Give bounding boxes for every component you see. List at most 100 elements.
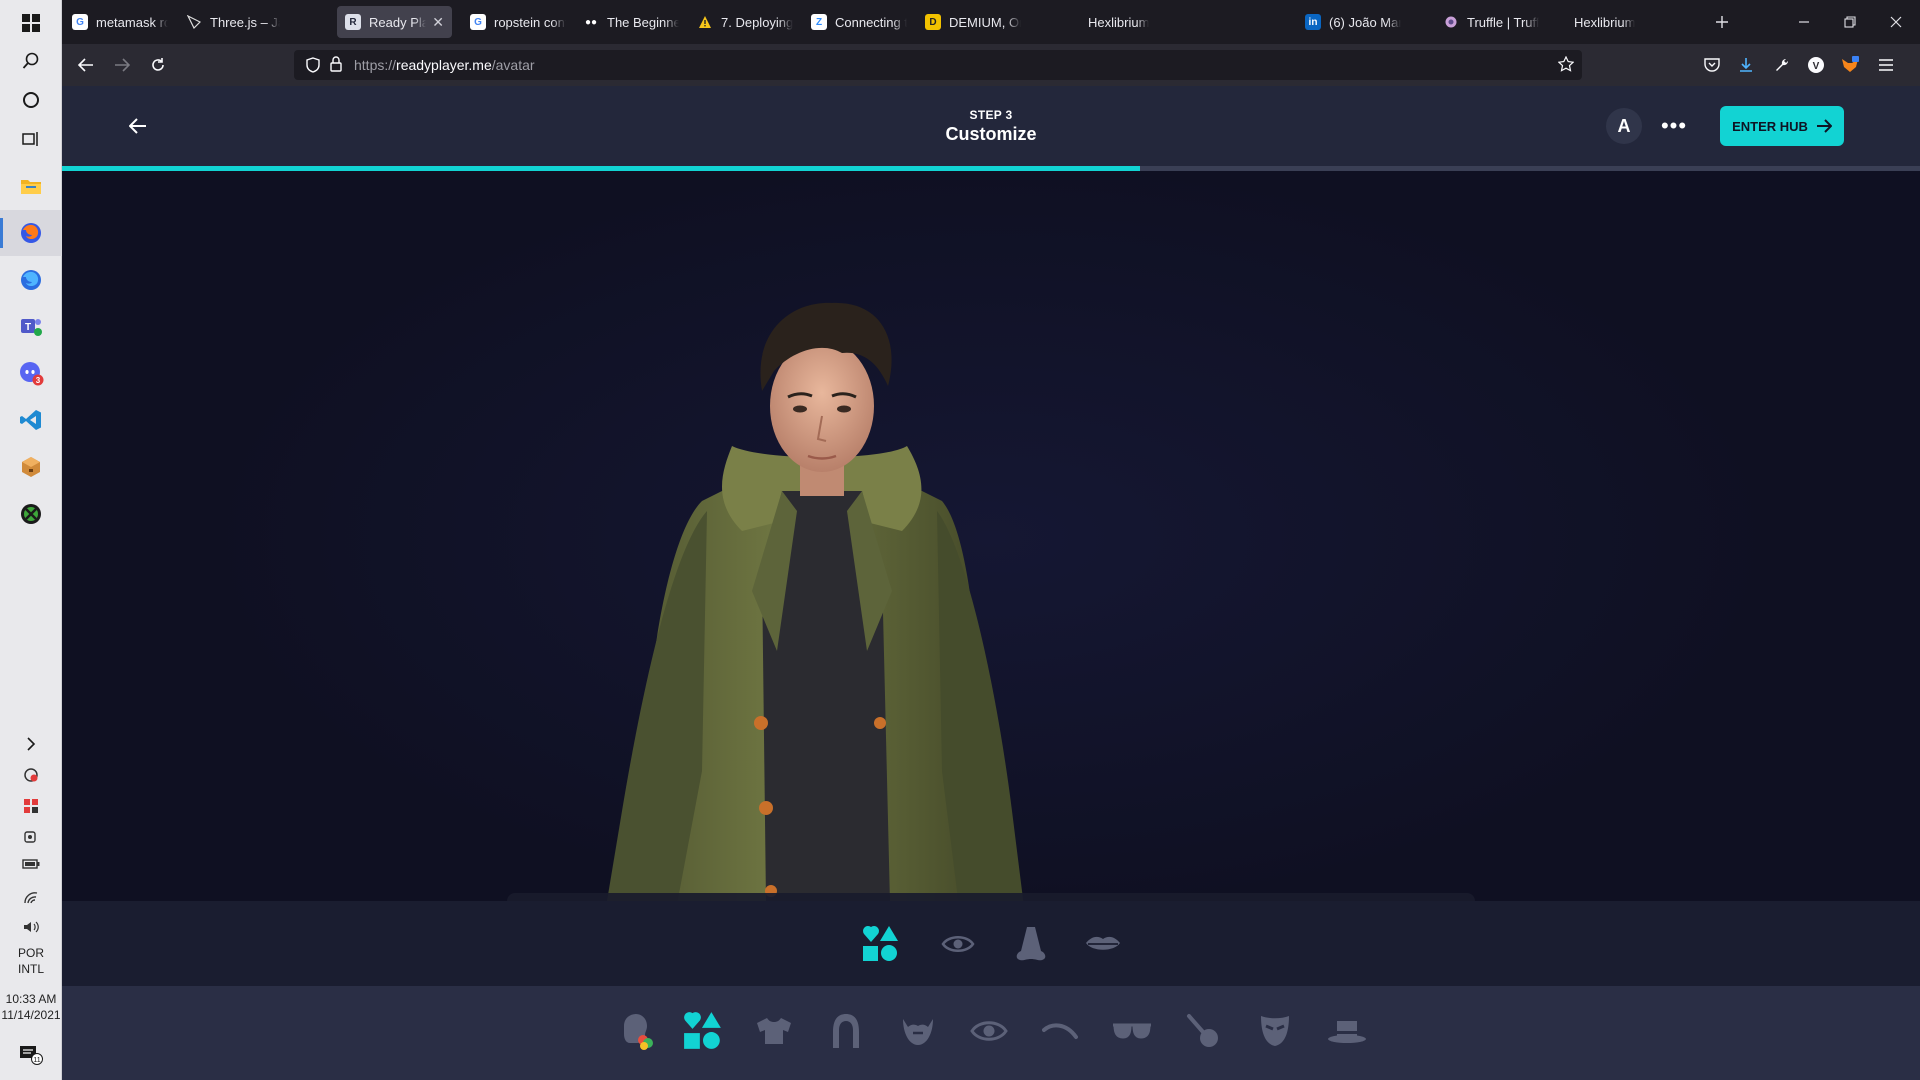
sub-category-bar <box>62 901 1920 986</box>
reload-icon[interactable] <box>144 51 172 79</box>
browser-tab[interactable]: Three.js – JavaScri <box>178 6 288 38</box>
teams-icon[interactable]: T <box>0 303 62 349</box>
mask-icon <box>1261 1016 1289 1046</box>
back-arrow-icon[interactable] <box>72 51 100 79</box>
hamburger-menu-icon[interactable] <box>1872 51 1900 79</box>
outfit-tab[interactable] <box>751 1008 797 1054</box>
ready-player-me-page: STEP 3 Customize A ••• ENTER HUB <box>62 86 1920 1080</box>
browser-tab[interactable]: G ropstein configur <box>462 6 574 38</box>
medium-icon: ●● <box>584 16 598 28</box>
browser-tab[interactable]: 7. Deploying to a <box>689 6 801 38</box>
glasses-tab[interactable] <box>1109 1008 1155 1054</box>
tray-camera-icon[interactable] <box>0 823 62 851</box>
pocket-icon[interactable] <box>1698 51 1726 79</box>
demium-icon: D <box>925 14 941 30</box>
speaker-icon[interactable] <box>0 913 62 941</box>
arrow-right-icon <box>1816 119 1832 133</box>
browser-navigation-bar: https://readyplayer.me/avatar V <box>62 44 1920 86</box>
discord-icon[interactable]: 3 <box>0 350 62 396</box>
url-path: /avatar <box>491 57 535 73</box>
tab-title: Ready Player M <box>369 14 427 30</box>
browser-tab[interactable]: ●● The Beginners Gu <box>575 6 687 38</box>
face-shape-tab[interactable] <box>858 921 904 967</box>
face-tab[interactable] <box>680 1008 726 1054</box>
language-layout[interactable]: INTL <box>0 961 62 977</box>
tab-title: The Beginners Gu <box>607 14 679 30</box>
extension-v-icon[interactable]: V <box>1802 51 1830 79</box>
eyes-tab[interactable] <box>935 921 981 967</box>
skin-tab[interactable] <box>613 1008 659 1054</box>
lips-tab[interactable] <box>1080 921 1126 967</box>
browser-tab[interactable]: Truffle | Truffle an <box>1435 6 1547 38</box>
address-bar[interactable]: https://readyplayer.me/avatar <box>294 50 1582 80</box>
eye-icon <box>941 936 975 952</box>
bookmark-star-icon[interactable] <box>1557 55 1575 77</box>
zoom-icon: Z <box>811 14 827 30</box>
tab-title: DEMIUM, Online <box>949 14 1021 30</box>
metamask-fox-icon[interactable] <box>1836 51 1864 79</box>
task-view-icon[interactable] <box>0 116 62 162</box>
makeup-tab[interactable] <box>1180 1008 1226 1054</box>
browser-tab-active[interactable]: R Ready Player M ✕ <box>337 6 452 38</box>
enter-hub-button[interactable]: ENTER HUB <box>1720 106 1844 146</box>
avatar-3d-viewport[interactable] <box>62 171 1920 986</box>
more-options-icon[interactable]: ••• <box>1654 108 1694 144</box>
folder-icon[interactable] <box>0 163 62 209</box>
lips-icon <box>1086 936 1120 950</box>
nose-tab[interactable] <box>1008 921 1054 967</box>
new-tab-plus-icon[interactable] <box>1699 0 1745 44</box>
hat-tab[interactable] <box>1324 1008 1370 1054</box>
url-text: https://readyplayer.me/avatar <box>354 57 535 73</box>
avatar-figure <box>602 302 1027 986</box>
wifi-icon[interactable] <box>0 884 62 912</box>
browser-tab[interactable]: G metamask ropste <box>64 6 176 38</box>
firefox-icon[interactable] <box>0 210 62 256</box>
clock-time[interactable]: 10:33 AM <box>0 991 62 1007</box>
notification-center-icon[interactable]: 11 <box>0 1040 62 1068</box>
browser-tab[interactable]: Hexlibrium <box>1080 6 1192 38</box>
windows-taskbar: T 3 POR INTL 10:33 AM 11/14/2021 11 <box>0 0 62 1080</box>
browser-tab[interactable]: in (6) João Marques <box>1297 6 1409 38</box>
eyebrows-tab[interactable] <box>1037 1008 1083 1054</box>
minimize-window-icon[interactable] <box>1781 0 1827 44</box>
tray-grid-app-icon[interactable] <box>0 792 62 820</box>
clock-date[interactable]: 11/14/2021 <box>0 1007 62 1023</box>
restore-window-icon[interactable] <box>1827 0 1873 44</box>
browser-tab-strip: G metamask ropste Three.js – JavaScri R … <box>62 0 1920 44</box>
user-avatar[interactable]: A <box>1606 108 1642 144</box>
xbox-icon[interactable] <box>0 491 62 537</box>
hair-tab[interactable] <box>823 1008 869 1054</box>
chevron-right-icon[interactable] <box>0 730 62 758</box>
tab-title: metamask ropste <box>96 14 168 30</box>
forward-arrow-icon[interactable] <box>108 51 136 79</box>
tab-title: Hexlibrium <box>1088 14 1150 30</box>
svg-text:V: V <box>1813 61 1820 72</box>
beard-tab[interactable] <box>895 1008 941 1054</box>
hair-icon <box>833 1014 859 1048</box>
linkedin-icon: in <box>1305 14 1321 30</box>
battery-icon[interactable] <box>0 850 62 878</box>
shield-icon[interactable] <box>306 57 320 78</box>
glasses-icon <box>1113 1023 1151 1039</box>
close-tab-icon[interactable]: ✕ <box>432 14 444 31</box>
downloads-icon[interactable] <box>1732 51 1760 79</box>
package-box-icon[interactable] <box>0 444 62 490</box>
skin-color-icon <box>624 1014 653 1050</box>
face-mask-tab[interactable] <box>1252 1008 1298 1054</box>
tray-app-icon[interactable] <box>0 761 62 789</box>
browser-tab[interactable]: Z Connecting to pu <box>803 6 915 38</box>
eyes-tab[interactable] <box>966 1008 1012 1054</box>
close-window-icon[interactable] <box>1873 0 1919 44</box>
firefox-developer-icon[interactable] <box>0 257 62 303</box>
wrench-icon[interactable] <box>1768 51 1796 79</box>
step-number: STEP 3 <box>969 108 1013 122</box>
tab-title: 7. Deploying to a <box>721 14 793 30</box>
browser-tab[interactable]: Hexlibrium <box>1566 6 1678 38</box>
language-code[interactable]: POR <box>0 945 62 961</box>
warning-icon <box>697 14 713 30</box>
url-domain: readyplayer.me <box>396 57 492 73</box>
lock-icon[interactable] <box>330 56 342 77</box>
browser-tab[interactable]: D DEMIUM, Online <box>917 6 1029 38</box>
vscode-icon[interactable] <box>0 397 62 443</box>
beard-icon <box>903 1019 933 1045</box>
